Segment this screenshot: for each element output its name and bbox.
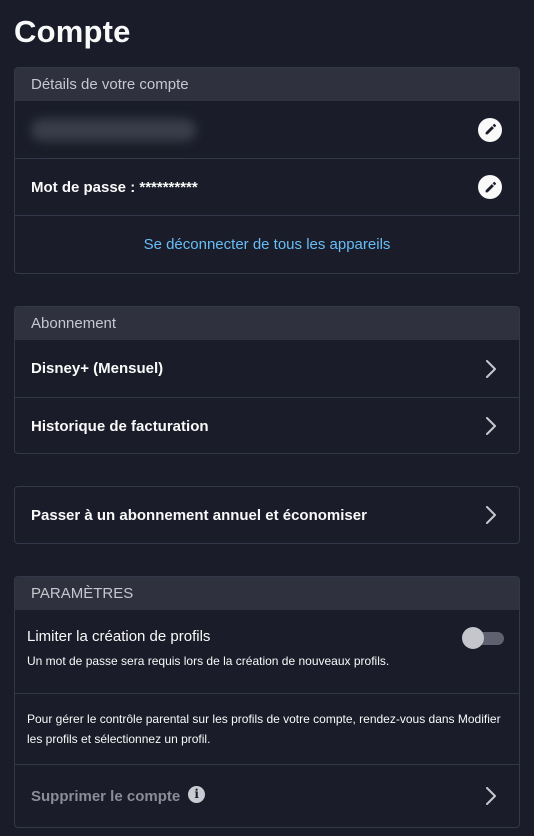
account-details-header: Détails de votre compte: [15, 68, 519, 101]
limit-profiles-toggle[interactable]: [462, 627, 506, 649]
chevron-right-icon: [486, 787, 496, 805]
info-icon[interactable]: i: [188, 785, 206, 803]
subscription-card: Abonnement Disney+ (Mensuel) Historique …: [14, 306, 520, 454]
upgrade-annual-label: Passer à un abonnement annuel et économi…: [31, 506, 367, 524]
chevron-right-icon: [486, 506, 496, 524]
pencil-icon: [485, 181, 496, 192]
password-label: Mot de passe : **********: [31, 178, 198, 196]
delete-account-row[interactable]: Supprimer le compte i: [15, 764, 519, 827]
password-row: Mot de passe : **********: [15, 158, 519, 215]
limit-profiles-row: Limiter la création de profils Un mot de…: [15, 610, 519, 693]
edit-email-button[interactable]: [478, 117, 502, 142]
pencil-icon: [485, 123, 496, 135]
plan-row[interactable]: Disney+ (Mensuel): [15, 340, 519, 397]
account-details-card: Détails de votre compte Mot de passe : *…: [14, 67, 520, 274]
chevron-right-icon: [486, 417, 496, 435]
edit-password-button[interactable]: [478, 175, 502, 199]
plan-label: Disney+ (Mensuel): [31, 360, 164, 377]
toggle-knob: [462, 627, 484, 649]
upgrade-card: Passer à un abonnement annuel et économi…: [14, 486, 520, 544]
email-redacted: [31, 118, 196, 141]
email-row: [15, 101, 519, 158]
billing-history-row[interactable]: Historique de facturation: [15, 397, 519, 453]
parental-control-row: Pour gérer le contrôle parental sur les …: [15, 693, 519, 764]
page-title: Compte: [14, 14, 131, 49]
logout-all-row: Se déconnecter de tous les appareils: [15, 215, 519, 273]
logout-all-devices-link[interactable]: Se déconnecter de tous les appareils: [31, 236, 503, 253]
delete-account-label: Supprimer le compte: [31, 787, 181, 805]
limit-profiles-description: Un mot de passe sera requis lors de la c…: [27, 654, 390, 668]
account-page: Compte Détails de votre compte Mot de pa…: [0, 0, 534, 836]
parental-control-note: Pour gérer le contrôle parental sur les …: [27, 712, 501, 746]
billing-history-label: Historique de facturation: [31, 417, 209, 435]
limit-profiles-title: Limiter la création de profils: [27, 628, 211, 645]
subscription-header: Abonnement: [15, 307, 519, 340]
settings-card: PARAMÈTRES Limiter la création de profil…: [14, 576, 520, 828]
chevron-right-icon: [486, 359, 496, 378]
upgrade-annual-row[interactable]: Passer à un abonnement annuel et économi…: [15, 487, 519, 543]
settings-header: PARAMÈTRES: [15, 577, 519, 610]
